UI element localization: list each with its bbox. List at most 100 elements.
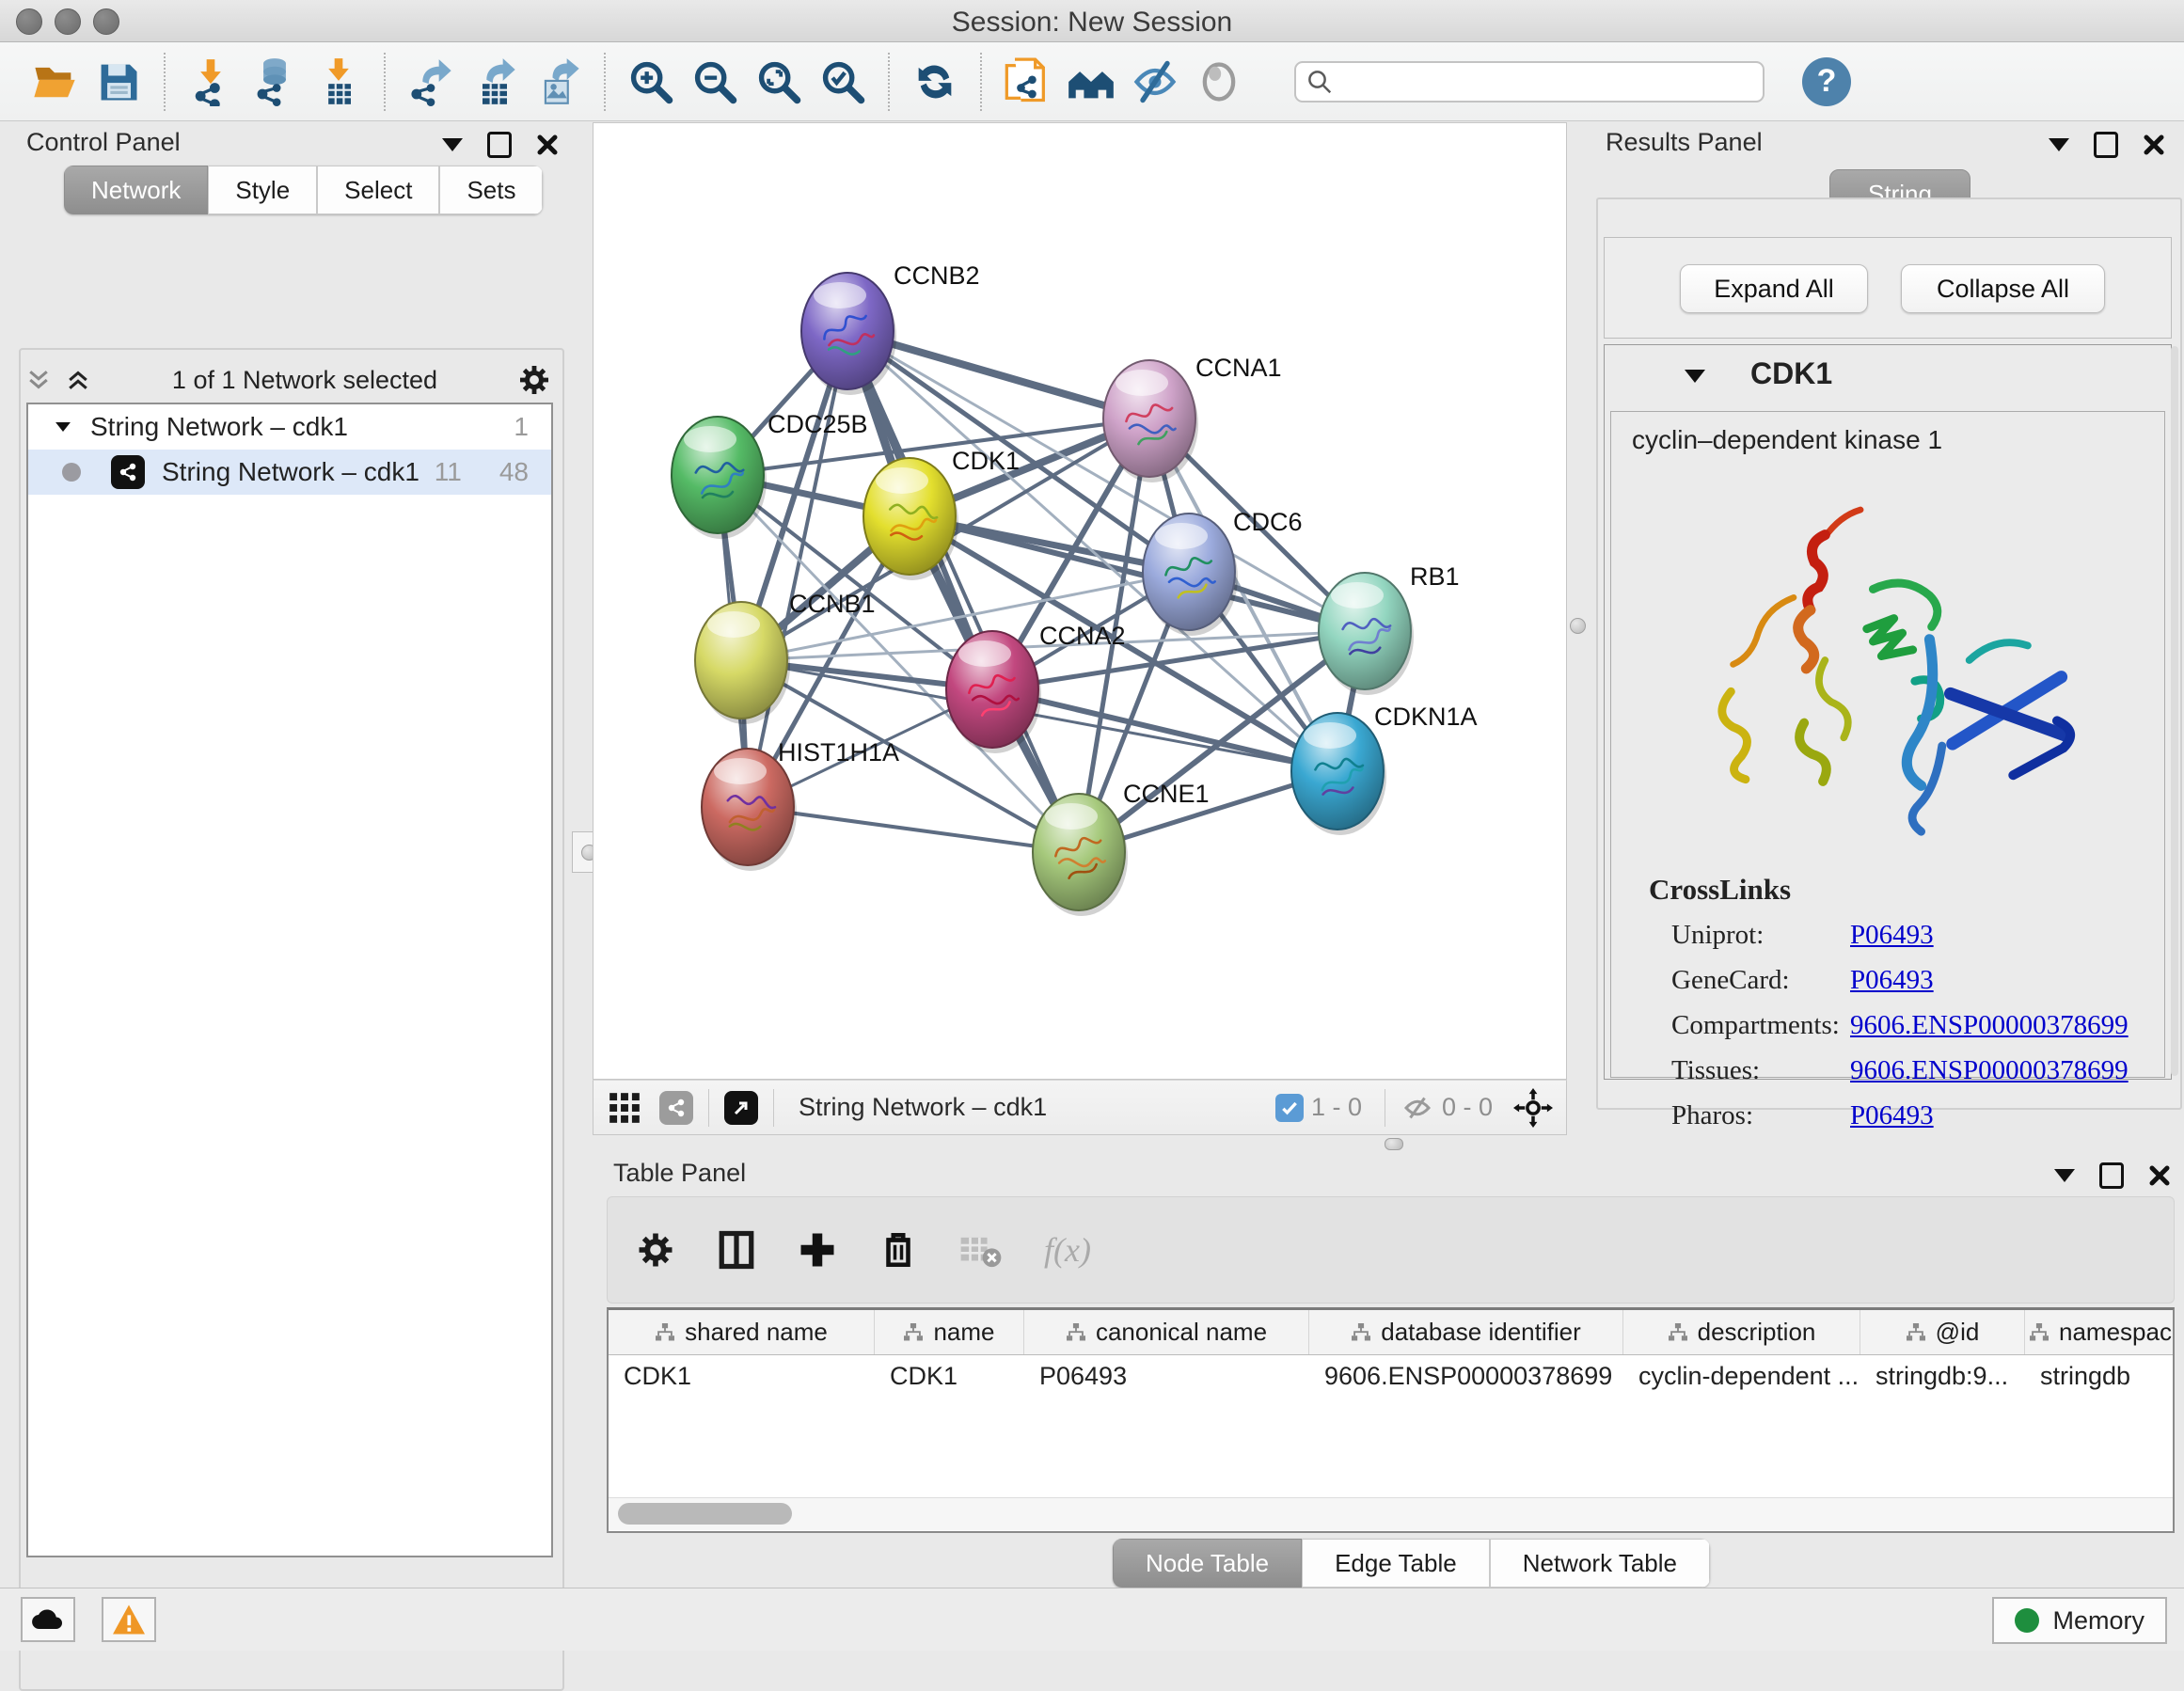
gear-icon[interactable]	[517, 363, 551, 397]
table-settings-gear-icon[interactable]	[636, 1230, 675, 1270]
tab-sets[interactable]: Sets	[439, 166, 543, 214]
network-row[interactable]: String Network – cdk1 11 48	[28, 450, 551, 495]
network-node[interactable]: CCNE1	[1033, 780, 1210, 916]
table-cell[interactable]: CDK1	[609, 1355, 875, 1397]
memory-status-icon	[2015, 1608, 2039, 1633]
network-node[interactable]: CDC6	[1143, 508, 1303, 636]
collapse-all-button[interactable]: Collapse All	[1901, 264, 2105, 313]
import-table-icon[interactable]	[312, 55, 365, 108]
crosslink-link[interactable]: P06493	[1850, 920, 1934, 951]
export-network-icon[interactable]	[404, 55, 457, 108]
column-header-canonical-name[interactable]: canonical name	[1024, 1310, 1309, 1354]
column-header-shared-name[interactable]: shared name	[609, 1310, 875, 1354]
cloud-button[interactable]	[21, 1597, 75, 1642]
network-view-icon[interactable]	[659, 1091, 693, 1125]
first-neighbors-icon[interactable]	[1065, 55, 1117, 108]
warning-button[interactable]	[102, 1597, 156, 1642]
select-columns-icon[interactable]	[717, 1230, 756, 1270]
gene-expander-icon[interactable]	[1685, 370, 1705, 383]
network-node[interactable]: CCNB2	[801, 261, 980, 395]
node-label: CDK1	[952, 447, 1020, 475]
zoom-fit-icon[interactable]	[752, 55, 805, 108]
panel-close-icon[interactable]	[536, 134, 559, 156]
network-collection-row[interactable]: String Network – cdk1 1	[28, 404, 551, 450]
save-session-icon[interactable]	[92, 55, 145, 108]
tab-select[interactable]: Select	[317, 166, 439, 214]
scrollbar-thumb[interactable]	[618, 1503, 792, 1525]
zoom-selected-icon[interactable]	[816, 55, 869, 108]
export-image-icon[interactable]	[532, 55, 585, 108]
zoom-in-icon[interactable]	[625, 55, 677, 108]
tab-node-table[interactable]: Node Table	[1113, 1539, 1302, 1588]
search-input[interactable]	[1334, 66, 1753, 97]
delete-column-icon[interactable]	[878, 1230, 918, 1270]
add-column-icon[interactable]	[798, 1230, 837, 1270]
import-database-icon[interactable]	[248, 55, 301, 108]
network-node[interactable]: CDC25B	[672, 410, 868, 539]
network-node[interactable]: CCNB1	[695, 590, 876, 724]
panel-float-icon[interactable]	[2099, 1162, 2124, 1189]
table-cell[interactable]: 9606.ENSP00000378699	[1309, 1355, 1623, 1397]
network-canvas[interactable]: CCNB2 CCNA1 CDC25B CDK1 CDC6 RB1 CCNB1 C…	[593, 122, 1567, 1080]
bottom-splitter-handle[interactable]	[1375, 1136, 1413, 1151]
help-icon[interactable]: ?	[1802, 57, 1851, 106]
crosslink-link[interactable]: P06493	[1850, 965, 1934, 996]
pan-crosshair-icon[interactable]	[1513, 1088, 1553, 1128]
panel-menu-icon[interactable]	[2054, 1169, 2075, 1182]
toolbar-separator	[384, 53, 386, 111]
network-node[interactable]: CDK1	[863, 447, 1020, 580]
panel-close-icon[interactable]	[2143, 134, 2165, 156]
refresh-icon[interactable]	[909, 55, 961, 108]
export-table-icon[interactable]	[468, 55, 521, 108]
network-node[interactable]: HIST1H1A	[702, 738, 899, 871]
table-cell[interactable]: stringdb	[2025, 1355, 2175, 1397]
panel-menu-icon[interactable]	[2049, 138, 2069, 151]
tree-expander-icon[interactable]	[55, 422, 71, 432]
table-cell[interactable]: cyclin-dependent ...	[1623, 1355, 1860, 1397]
network-node[interactable]: CDKN1A	[1291, 703, 1478, 835]
panel-menu-icon[interactable]	[442, 138, 463, 151]
birdseye-view-icon[interactable]	[724, 1091, 758, 1125]
tab-style[interactable]: Style	[208, 166, 317, 214]
network-edge[interactable]	[847, 331, 1079, 852]
import-network-icon[interactable]	[184, 55, 237, 108]
column-header-name[interactable]: name	[875, 1310, 1024, 1354]
memory-button[interactable]: Memory	[1992, 1597, 2167, 1644]
crosslink-link[interactable]: 9606.ENSP00000378699	[1850, 1010, 2129, 1041]
table-cell[interactable]: stringdb:9...	[1860, 1355, 2025, 1397]
crosslink-link[interactable]: P06493	[1850, 1100, 1934, 1131]
grid-view-icon[interactable]	[607, 1090, 642, 1126]
show-all-icon[interactable]	[1193, 55, 1245, 108]
node-label: CCNA1	[1195, 354, 1282, 382]
network-edge[interactable]	[748, 331, 847, 807]
node-label: CDKN1A	[1374, 703, 1478, 731]
panel-float-icon[interactable]	[487, 132, 512, 158]
network-edge[interactable]	[748, 807, 1079, 852]
zoom-out-icon[interactable]	[688, 55, 741, 108]
expand-all-button[interactable]: Expand All	[1680, 264, 1868, 313]
table-hscrollbar[interactable]	[609, 1497, 2173, 1530]
column-header--id[interactable]: @id	[1860, 1310, 2025, 1354]
table-cell[interactable]: P06493	[1024, 1355, 1309, 1397]
results-scrollbar[interactable]	[2171, 346, 2178, 1076]
selected-checkbox-icon[interactable]	[1275, 1094, 1304, 1122]
tab-network-table[interactable]: Network Table	[1490, 1539, 1710, 1588]
column-header-description[interactable]: description	[1623, 1310, 1860, 1354]
column-header-namespac[interactable]: namespac	[2025, 1310, 2175, 1354]
panel-close-icon[interactable]	[2148, 1164, 2171, 1187]
panel-float-icon[interactable]	[2094, 132, 2118, 158]
table-row[interactable]: CDK1CDK1P064939606.ENSP00000378699cyclin…	[609, 1355, 2173, 1397]
tab-network[interactable]: Network	[64, 166, 208, 214]
hide-selection-icon[interactable]	[1129, 55, 1181, 108]
table-cell[interactable]: CDK1	[875, 1355, 1024, 1397]
column-header-database-identifier[interactable]: database identifier	[1309, 1310, 1623, 1354]
crosslink-label: Pharos:	[1671, 1100, 1850, 1131]
tab-edge-table[interactable]: Edge Table	[1302, 1539, 1490, 1588]
expand-all-icon[interactable]	[64, 366, 92, 394]
network-edge-count: 48	[499, 457, 529, 487]
new-network-from-selection-icon[interactable]	[1001, 55, 1053, 108]
crosslink-link[interactable]: 9606.ENSP00000378699	[1850, 1055, 2129, 1086]
collapse-all-icon[interactable]	[24, 366, 53, 394]
open-session-icon[interactable]	[28, 55, 81, 108]
network-node[interactable]: RB1	[1319, 562, 1460, 695]
